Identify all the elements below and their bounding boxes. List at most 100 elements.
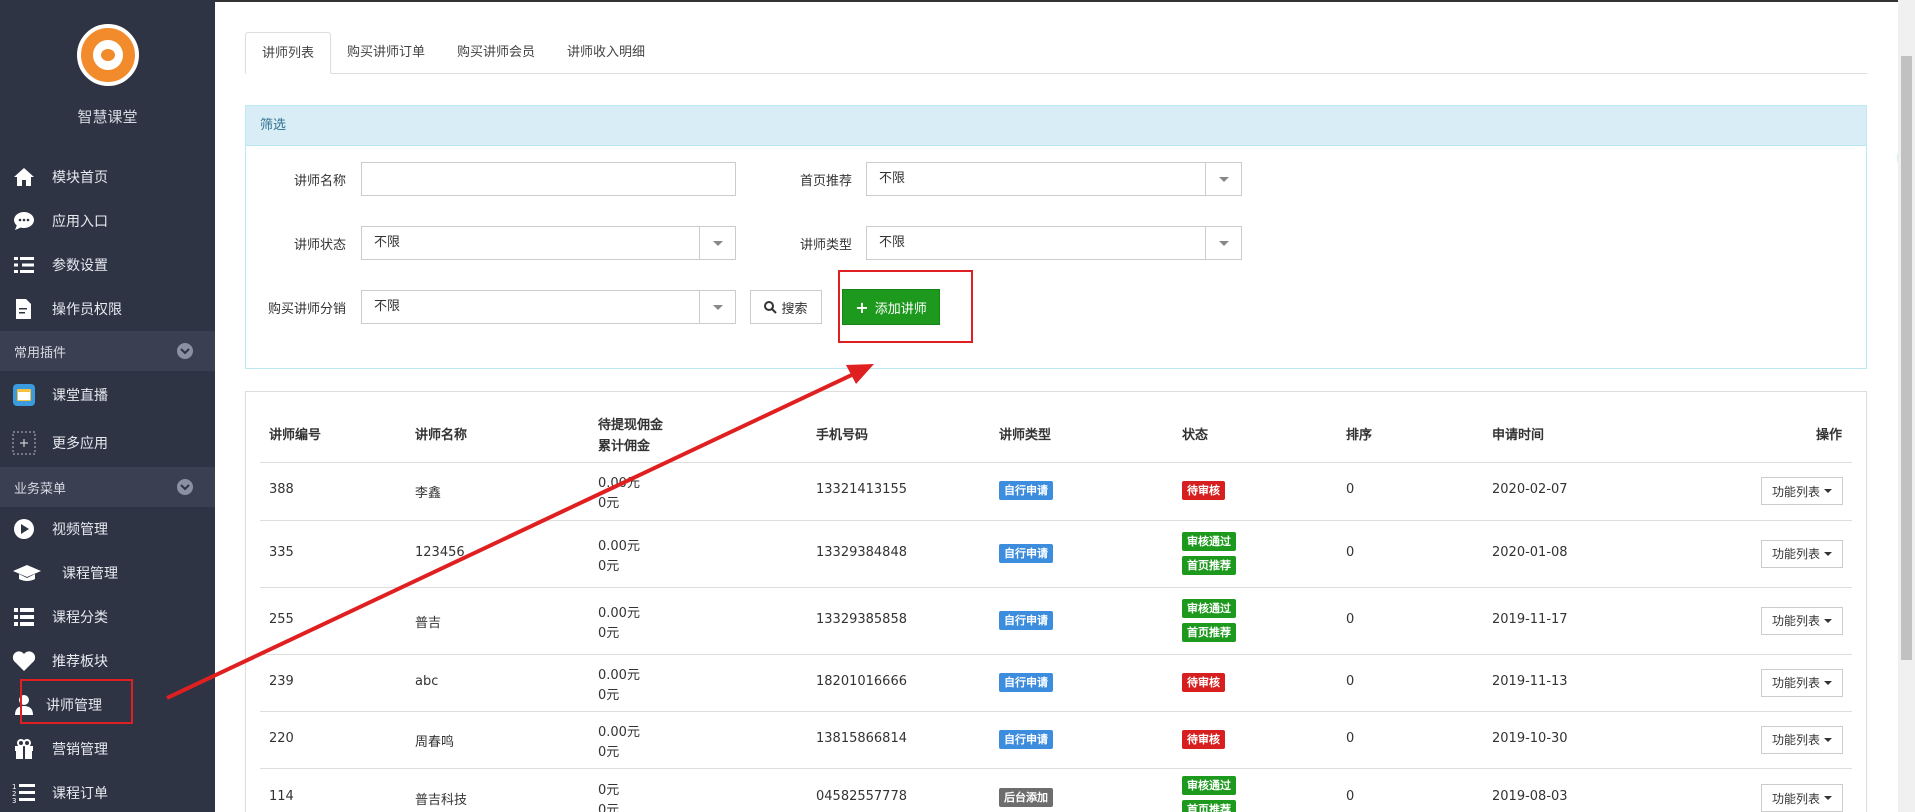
function-list-button[interactable]: 功能列表 bbox=[1761, 668, 1843, 697]
home-recommend-label: 首页推荐 bbox=[799, 174, 852, 189]
status-badge: 审核通过 bbox=[1182, 776, 1236, 795]
sidebar-item-categories[interactable]: 课程分类 bbox=[0, 595, 215, 639]
tab-teacher-list[interactable]: 讲师列表 bbox=[245, 32, 332, 74]
calendar-app-icon bbox=[12, 383, 36, 407]
cell-name: 李鑫 bbox=[415, 486, 442, 501]
cell-commission-pending: 0元 bbox=[598, 783, 620, 798]
sidebar-item-label: 模块首页 bbox=[52, 170, 108, 186]
status-badge: 待审核 bbox=[1182, 672, 1225, 692]
col-header-id: 讲师编号 bbox=[269, 428, 322, 443]
table-row bbox=[260, 520, 1852, 587]
cell-commission-total: 0元 bbox=[598, 558, 620, 574]
top-border bbox=[215, 0, 1915, 2]
sidebar-item-label: 课程订单 bbox=[52, 786, 108, 802]
table-row bbox=[260, 768, 1852, 812]
sidebar-item-orders[interactable]: 123 课程订单 bbox=[0, 771, 215, 812]
cell-date: 2019-10-30 bbox=[1492, 730, 1568, 746]
teacher-type-label: 讲师类型 bbox=[799, 238, 852, 253]
select-value: 不限 bbox=[374, 235, 401, 250]
status-badge: 审核通过 bbox=[1182, 531, 1236, 551]
cell-id: 388 bbox=[269, 482, 294, 497]
search-icon bbox=[764, 300, 778, 314]
cell-date: 2019-11-17 bbox=[1492, 611, 1568, 627]
sidebar-item-home[interactable]: 模块首页 bbox=[0, 155, 215, 199]
function-list-button[interactable]: 功能列表 bbox=[1761, 725, 1843, 754]
scrollbar-thumb[interactable] bbox=[1901, 56, 1912, 660]
gift-icon bbox=[12, 737, 36, 761]
cell-phone: 13329385858 bbox=[816, 611, 907, 627]
distribution-select[interactable]: 不限 bbox=[361, 290, 736, 324]
cell-name: 普吉 bbox=[415, 615, 442, 631]
page-scrollbar[interactable] bbox=[1898, 0, 1915, 812]
cell-commission-pending: 0.00元 bbox=[598, 667, 640, 683]
type-badge: 自行申请 bbox=[999, 481, 1053, 500]
tab-teacher-membership[interactable]: 购买讲师会员 bbox=[441, 32, 551, 74]
tab-teacher-orders[interactable]: 购买讲师订单 bbox=[331, 32, 441, 74]
cell-date: 2019-11-13 bbox=[1492, 673, 1568, 689]
cell-phone: 04582557778 bbox=[816, 789, 907, 804]
sidebar-item-label: 课程分类 bbox=[52, 610, 108, 626]
status-badge: 待审核 bbox=[1182, 481, 1225, 500]
col-header-action: 操作 bbox=[1816, 428, 1843, 443]
sidebar-item-app-entry[interactable]: 应用入口 bbox=[0, 199, 215, 243]
sidebar-item-label: 课程管理 bbox=[62, 566, 118, 582]
sidebar-item-more-apps[interactable]: 更多应用 bbox=[0, 419, 215, 467]
col-header-name: 讲师名称 bbox=[415, 428, 468, 443]
select-value: 不限 bbox=[879, 171, 906, 186]
status-badge: 待审核 bbox=[1182, 729, 1225, 749]
function-list-button[interactable]: 功能列表 bbox=[1761, 784, 1843, 812]
sidebar-item-recommend[interactable]: 推荐板块 bbox=[0, 639, 215, 683]
cell-sort: 0 bbox=[1346, 730, 1355, 746]
cell-commission-pending: 0.00元 bbox=[598, 724, 640, 740]
caret-down-icon bbox=[699, 291, 735, 323]
sidebar-item-video[interactable]: 视频管理 bbox=[0, 507, 215, 551]
col-header-phone: 手机号码 bbox=[816, 428, 869, 443]
caret-down-icon bbox=[1205, 227, 1241, 259]
list-settings-icon bbox=[12, 253, 36, 277]
sidebar-section-business[interactable]: 业务菜单 bbox=[0, 467, 215, 507]
function-list-button[interactable]: 功能列表 bbox=[1761, 606, 1843, 635]
graduation-cap-icon bbox=[12, 561, 42, 585]
select-value: 不限 bbox=[374, 299, 401, 314]
status-badge: 首页推荐 bbox=[1182, 555, 1236, 575]
sidebar-item-label: 课堂直播 bbox=[52, 388, 108, 404]
teacher-name-input[interactable] bbox=[361, 162, 736, 196]
cell-commission-pending: 0.00元 bbox=[598, 476, 640, 491]
function-list-button[interactable]: 功能列表 bbox=[1761, 539, 1843, 568]
search-label: 搜索 bbox=[781, 301, 808, 317]
cell-phone: 13321413155 bbox=[816, 482, 907, 497]
chevron-down-icon bbox=[177, 479, 193, 495]
cell-date: 2019-08-03 bbox=[1492, 789, 1568, 804]
cell-name: 周春鸣 bbox=[415, 734, 455, 750]
sidebar-item-live[interactable]: 课堂直播 bbox=[0, 371, 215, 419]
search-button[interactable]: 搜索 bbox=[750, 290, 822, 324]
tab-teacher-income[interactable]: 讲师收入明细 bbox=[551, 32, 661, 74]
teacher-type-select[interactable]: 不限 bbox=[866, 226, 1242, 260]
teacher-status-select[interactable]: 不限 bbox=[361, 226, 736, 260]
cell-commission-pending: 0.00元 bbox=[598, 605, 640, 621]
function-list-button[interactable]: 功能列表 bbox=[1761, 477, 1843, 505]
cell-id: 220 bbox=[269, 730, 294, 746]
col-header-commission-total: 累计佣金 bbox=[598, 439, 651, 454]
sidebar-item-marketing[interactable]: 营销管理 bbox=[0, 727, 215, 771]
sidebar-item-params[interactable]: 参数设置 bbox=[0, 243, 215, 287]
col-header-type: 讲师类型 bbox=[999, 428, 1052, 443]
cell-id: 239 bbox=[269, 673, 294, 689]
status-badge: 首页推荐 bbox=[1182, 622, 1236, 642]
brand: 智慧课堂 bbox=[0, 0, 215, 155]
home-recommend-select[interactable]: 不限 bbox=[866, 162, 1242, 196]
cell-date: 2020-02-07 bbox=[1492, 482, 1568, 497]
sidebar-item-operator[interactable]: 操作员权限 bbox=[0, 287, 215, 331]
sidebar-item-courses[interactable]: 课程管理 bbox=[0, 551, 215, 595]
caret-down-icon bbox=[699, 227, 735, 259]
sidebar-item-label: 营销管理 bbox=[52, 742, 108, 758]
cell-commission-total: 0元 bbox=[598, 744, 620, 760]
cell-commission-pending: 0.00元 bbox=[598, 538, 640, 554]
sidebar-section-plugins[interactable]: 常用插件 bbox=[0, 331, 215, 371]
heart-icon bbox=[12, 649, 36, 673]
cell-phone: 13815866814 bbox=[816, 730, 907, 746]
section-label: 常用插件 bbox=[14, 345, 67, 361]
section-label: 业务菜单 bbox=[14, 481, 67, 497]
play-icon bbox=[12, 517, 36, 541]
cell-phone: 18201016666 bbox=[816, 673, 907, 689]
